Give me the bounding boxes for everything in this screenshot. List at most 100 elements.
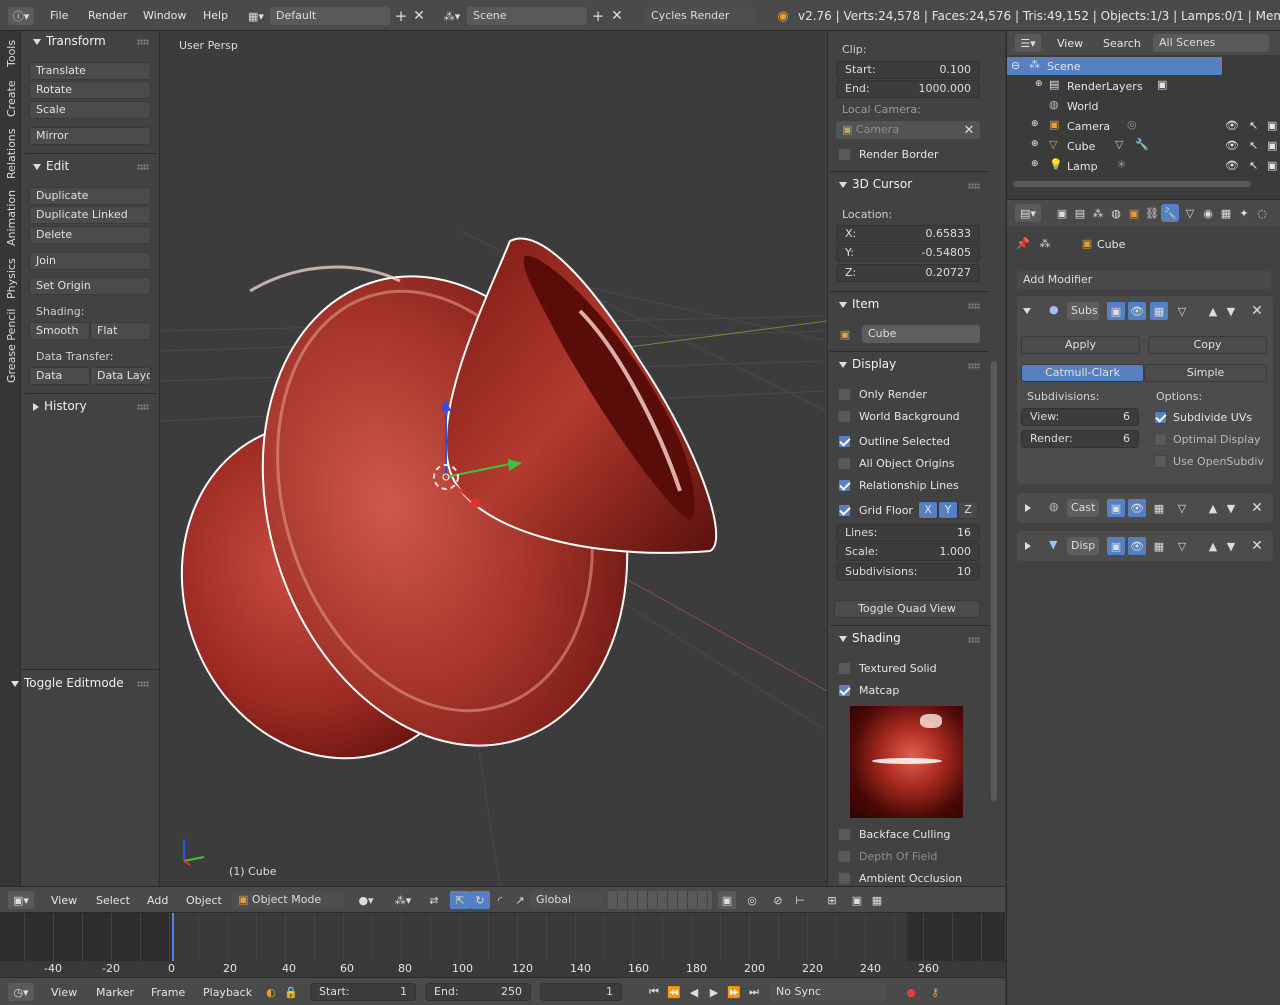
outliner-scrollbar[interactable]	[1013, 181, 1251, 187]
selectable-arrow-icon[interactable]: ↖	[1249, 119, 1258, 132]
current-frame-marker[interactable]	[172, 913, 174, 963]
viewport-toggle-icon[interactable]: 👁	[1128, 302, 1146, 320]
preview-range-icon[interactable]: ◐	[262, 983, 280, 1001]
visibility-eye-icon[interactable]: 👁	[1225, 159, 1239, 172]
outliner-row-renderlayers[interactable]: ⊕ ▤ RenderLayers ▣	[1007, 77, 1280, 95]
displace-name-field[interactable]: Disp	[1067, 537, 1099, 555]
3d-view-editor-icon[interactable]: ▣▾	[8, 891, 34, 909]
outliner-display-mode[interactable]: All Scenes	[1153, 34, 1269, 52]
move-up-icon[interactable]: ▲	[1205, 302, 1221, 320]
cursor-y-field[interactable]: Y: -0.54805	[836, 244, 980, 262]
outliner-row-lamp[interactable]: ⊕ 💡 Lamp ✳ 👁 ↖ ▣	[1007, 157, 1280, 175]
display-panel-title[interactable]: Display	[839, 357, 896, 371]
outliner-search-menu[interactable]: Search	[1103, 37, 1141, 50]
panel-grip-icon[interactable]	[137, 39, 149, 45]
expand-icon[interactable]	[1025, 501, 1036, 514]
play-icon[interactable]: ▶	[705, 983, 723, 1001]
edit-panel-title[interactable]: Edit	[33, 159, 69, 173]
render-border-checkbox[interactable]	[838, 148, 851, 161]
rotate-button[interactable]: Rotate	[29, 81, 151, 99]
grid-axis-z-toggle[interactable]: Z	[958, 501, 978, 519]
object-menu[interactable]: Object	[186, 894, 222, 907]
mode-select[interactable]: ▣ Object Mode	[232, 891, 344, 909]
expand-icon[interactable]: ⊖	[1011, 59, 1020, 72]
render-tab-icon[interactable]: ▣	[1053, 204, 1071, 222]
outliner-editor-icon[interactable]: ☰▾	[1015, 34, 1041, 52]
properties-scrollbar[interactable]	[991, 361, 997, 801]
add-modifier-dropdown[interactable]: Add Modifier	[1017, 271, 1271, 289]
grid-floor-checkbox[interactable]	[838, 504, 851, 517]
panel-grip-icon[interactable]	[968, 183, 980, 189]
expand-icon[interactable]: ⊕	[1031, 139, 1039, 149]
viewport-scene[interactable]	[160, 31, 827, 886]
panel-grip-icon[interactable]	[968, 363, 980, 369]
duplicate-linked-button[interactable]: Duplicate Linked	[29, 206, 151, 224]
timeline-view-menu[interactable]: View	[51, 986, 77, 999]
snap-element-icon[interactable]: ⊢	[790, 891, 810, 909]
timeline-area[interactable]: -40 -20 0 20 40 60 80 100 120 140 160 18…	[0, 912, 1005, 977]
timeline-playback-menu[interactable]: Playback	[203, 986, 252, 999]
lock-range-icon[interactable]: 🔒	[282, 983, 300, 1001]
panel-grip-icon[interactable]	[137, 164, 149, 170]
panel-grip-icon[interactable]	[968, 637, 980, 643]
move-up-icon[interactable]: ▲	[1205, 499, 1221, 517]
jump-to-keyframe-back-icon[interactable]: ⏪	[665, 983, 683, 1001]
render-layers-tab-icon[interactable]: ▤	[1071, 204, 1089, 222]
scene-field[interactable]: Scene	[467, 7, 587, 25]
renderable-camera-icon[interactable]: ▣	[1267, 119, 1277, 132]
lock-camera-icon[interactable]: ▣	[718, 891, 736, 909]
panel-grip-icon[interactable]	[137, 681, 149, 687]
move-down-icon[interactable]: ▼	[1223, 499, 1239, 517]
backface-culling-checkbox[interactable]	[838, 828, 851, 841]
menu-render[interactable]: Render	[88, 9, 127, 22]
opengl-render-anim-icon[interactable]: ▦	[868, 891, 886, 909]
optimal-display-checkbox[interactable]	[1154, 433, 1167, 446]
item-name-field[interactable]: Cube	[862, 325, 980, 343]
render-toggle-icon[interactable]: ▣	[1107, 537, 1125, 555]
grid-subdivisions-field[interactable]: Subdivisions: 10	[836, 563, 980, 581]
render-toggle-icon[interactable]: ▣	[1107, 302, 1125, 320]
view-levels-field[interactable]: View: 6	[1021, 408, 1139, 426]
snap-target-icon[interactable]: ⊞	[822, 891, 842, 909]
renderable-camera-icon[interactable]: ▣	[1267, 159, 1277, 172]
timeline-marker-menu[interactable]: Marker	[96, 986, 134, 999]
subdivide-uvs-checkbox[interactable]	[1154, 411, 1167, 424]
current-frame-field[interactable]: 1	[540, 983, 622, 1001]
all-object-origins-checkbox[interactable]	[838, 457, 851, 470]
viewport-shading-icon[interactable]: ●▾	[350, 891, 382, 909]
screen-layout-field[interactable]: Default	[270, 7, 390, 25]
opengl-render-icon[interactable]: ▣	[848, 891, 866, 909]
simple-option[interactable]: Simple	[1144, 364, 1267, 382]
shading-panel-title[interactable]: Shading	[839, 631, 901, 645]
pivot-point-icon[interactable]: ⁂▾	[390, 891, 416, 909]
jump-to-keyframe-forward-icon[interactable]: ⏩	[725, 983, 743, 1001]
tab-animation[interactable]: Animation	[5, 190, 18, 246]
selectable-arrow-icon[interactable]: ↖	[1249, 139, 1258, 152]
subsurf-name-field[interactable]: Subs	[1067, 302, 1099, 320]
visibility-eye-icon[interactable]: 👁	[1225, 139, 1239, 152]
use-opensubdiv-checkbox[interactable]	[1154, 455, 1167, 468]
clip-end-field[interactable]: End: 1000.000	[836, 80, 980, 98]
manipulator-toggle-icon[interactable]: ⇄	[424, 891, 444, 909]
tab-create[interactable]: Create	[5, 80, 18, 117]
cast-name-field[interactable]: Cast	[1067, 499, 1099, 517]
sync-mode-select[interactable]: No Sync	[770, 983, 886, 1001]
3d-cursor-panel-title[interactable]: 3D Cursor	[839, 177, 912, 191]
cage-toggle-icon[interactable]: ▽	[1173, 537, 1191, 555]
play-reverse-icon[interactable]: ◀	[685, 983, 703, 1001]
menu-window[interactable]: Window	[143, 9, 186, 22]
translate-button[interactable]: Translate	[29, 62, 151, 80]
toggle-editmode-panel-title[interactable]: Toggle Editmode	[11, 676, 124, 690]
texture-tab-icon[interactable]: ▦	[1217, 204, 1235, 222]
snap-toggle-icon[interactable]: ⊘	[768, 891, 788, 909]
copy-button[interactable]: Copy	[1148, 336, 1267, 354]
remove-modifier-icon[interactable]: ✕	[1249, 499, 1265, 517]
3d-viewport[interactable]: User Persp (1) Cube	[160, 31, 827, 886]
world-tab-icon[interactable]: ◍	[1107, 204, 1125, 222]
menu-file[interactable]: File	[50, 9, 68, 22]
transform-orientation-icon[interactable]: ↗	[510, 891, 530, 909]
toggle-quad-view-button[interactable]: Toggle Quad View	[834, 600, 980, 618]
remove-modifier-icon[interactable]: ✕	[1249, 302, 1265, 320]
delete-button[interactable]: Delete	[29, 226, 151, 244]
only-render-checkbox[interactable]	[838, 388, 851, 401]
